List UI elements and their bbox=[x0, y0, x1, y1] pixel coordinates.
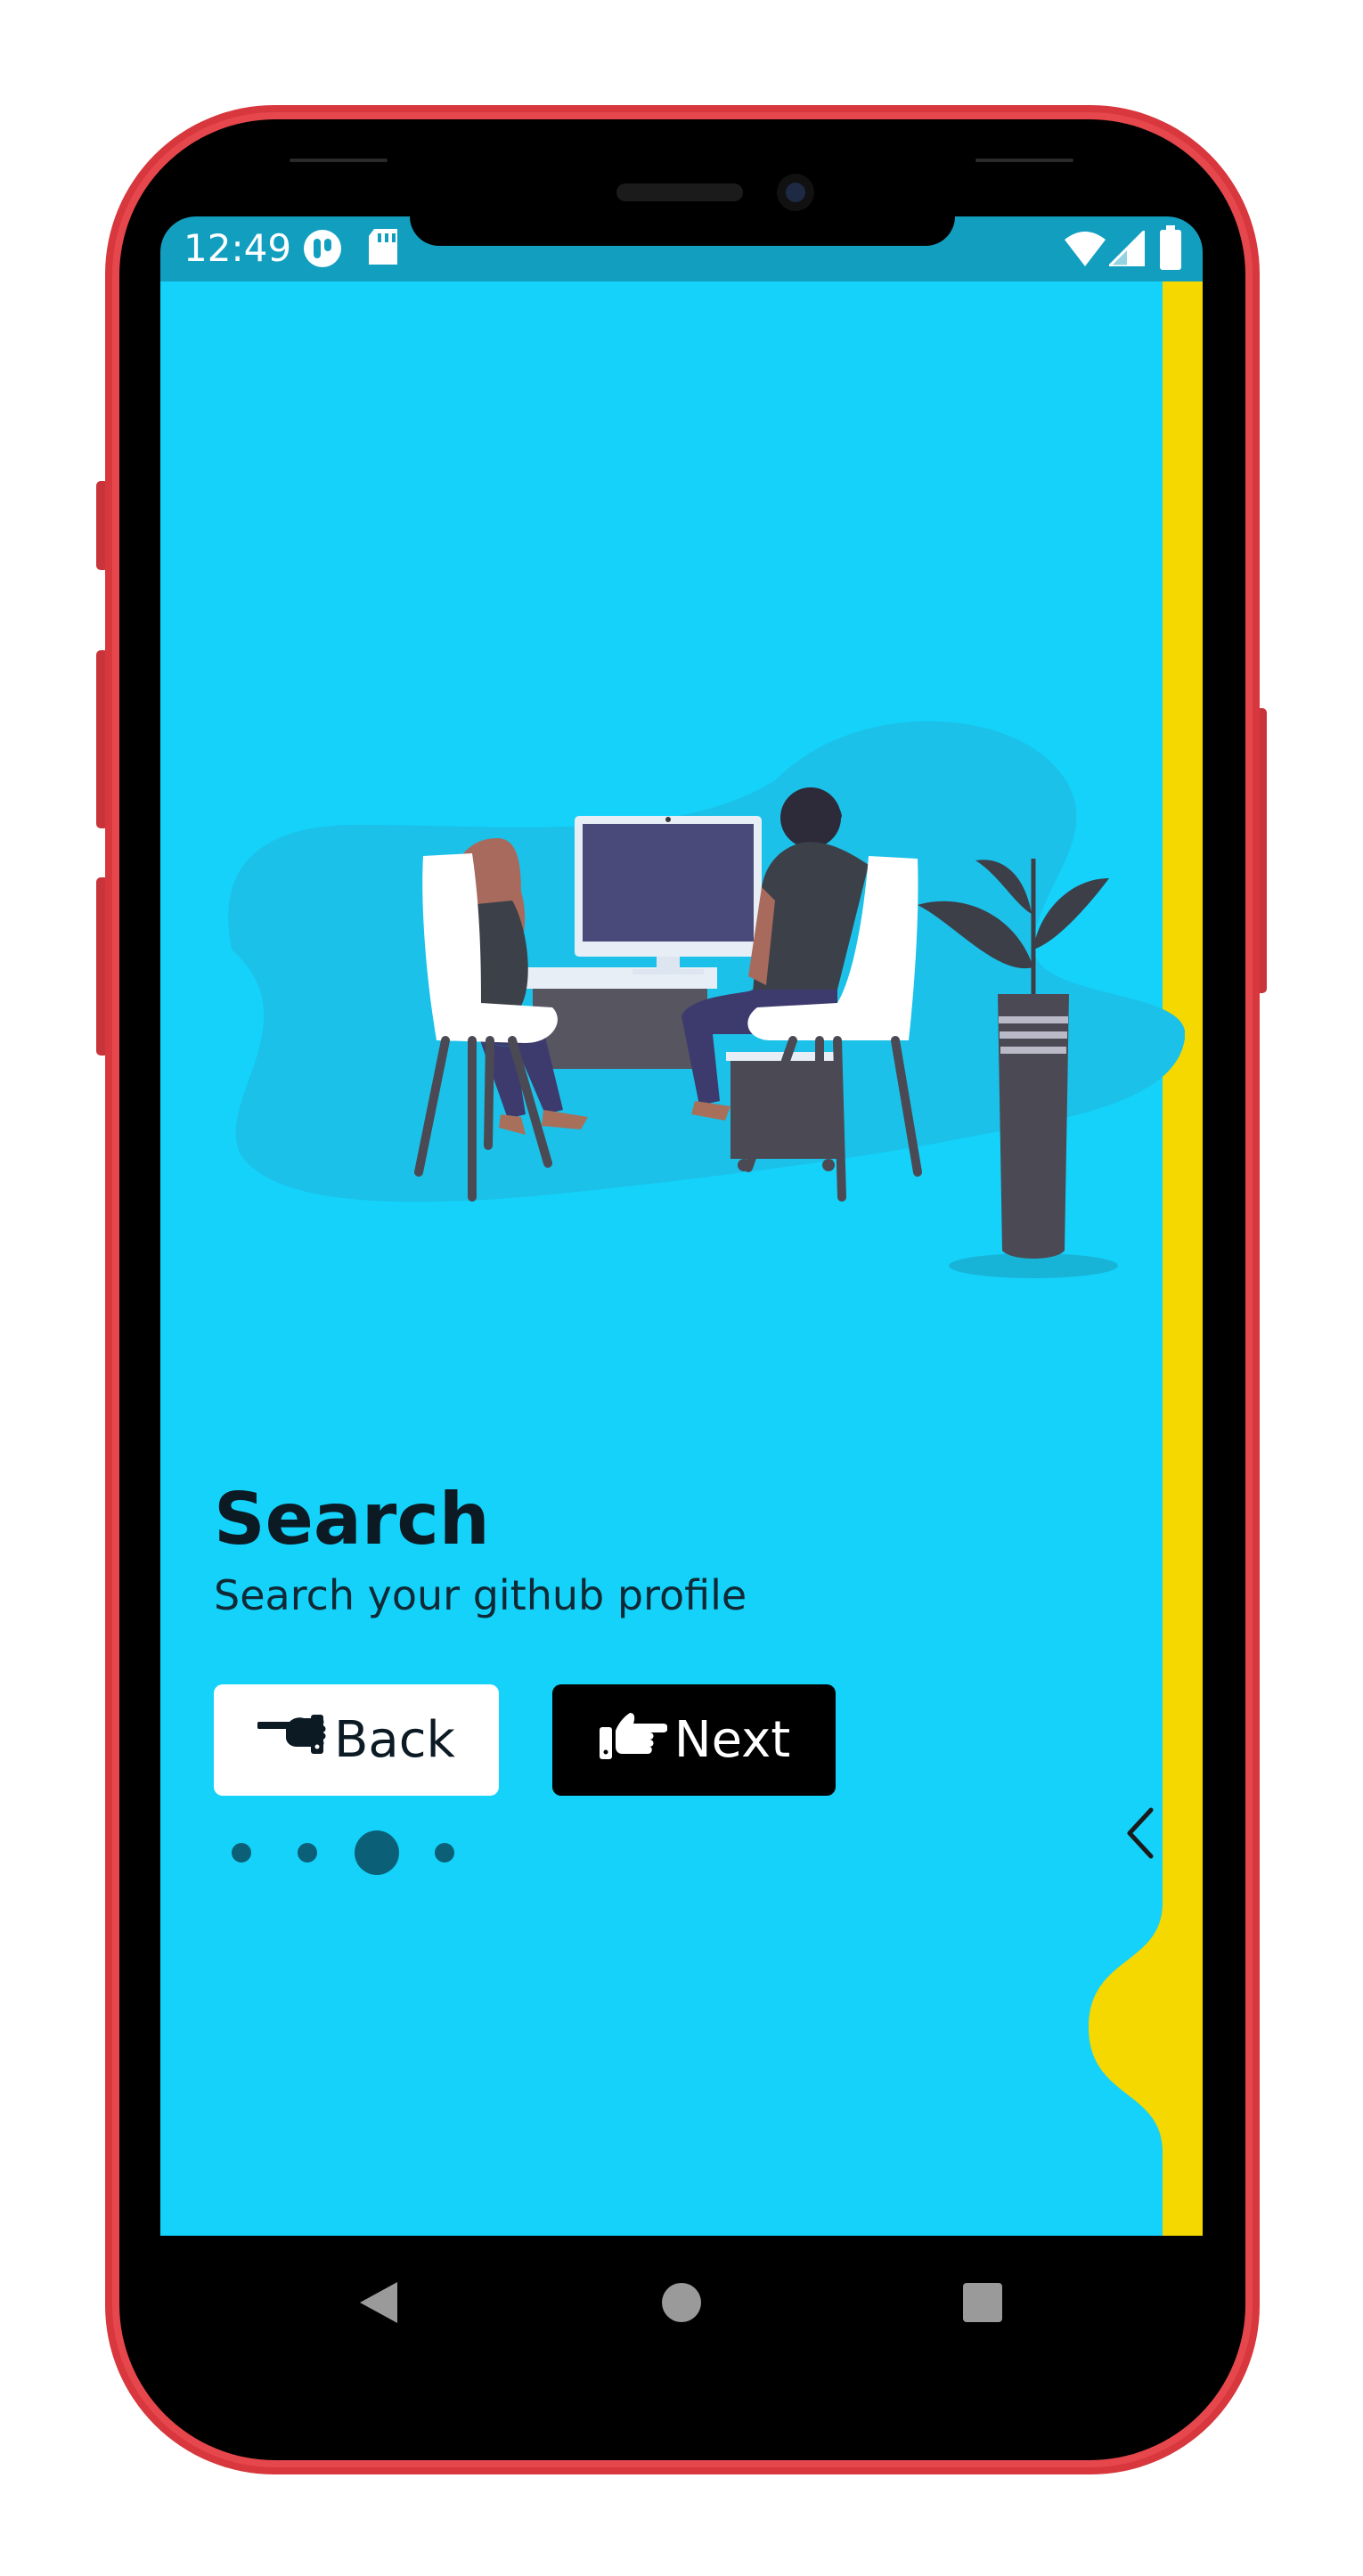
next-button-label: Next bbox=[673, 1711, 791, 1769]
page-dot-active[interactable] bbox=[355, 1830, 399, 1875]
battery-icon bbox=[1160, 225, 1181, 270]
onboarding-subtitle: Search your github profile bbox=[214, 1571, 747, 1619]
back-button-label: Back bbox=[334, 1711, 455, 1769]
page-dot[interactable] bbox=[435, 1843, 454, 1863]
wifi-icon bbox=[1065, 231, 1106, 266]
chevron-left-icon[interactable] bbox=[1122, 1806, 1158, 1860]
onboarding-illustration bbox=[228, 721, 1185, 1278]
liquid-swipe-bulge[interactable] bbox=[1087, 1707, 1203, 2236]
cell-signal-icon bbox=[1106, 227, 1147, 268]
back-button[interactable]: Back bbox=[214, 1684, 499, 1796]
app-notification-icon bbox=[303, 229, 342, 268]
next-button[interactable]: Next bbox=[552, 1684, 836, 1796]
home-circle-icon[interactable] bbox=[661, 2282, 702, 2323]
page-indicator bbox=[232, 1827, 454, 1880]
hand-pointing-right-icon bbox=[598, 1706, 668, 1775]
page-dot[interactable] bbox=[232, 1843, 251, 1863]
status-time: 12:49 bbox=[184, 226, 292, 270]
hand-pointing-left-icon bbox=[257, 1706, 327, 1775]
sd-card-icon bbox=[367, 227, 399, 266]
onboarding-screen[interactable]: Search Search your github profile Back N… bbox=[160, 281, 1203, 2236]
recents-square-icon[interactable] bbox=[962, 2282, 1003, 2323]
notch bbox=[410, 216, 955, 246]
page-dot[interactable] bbox=[298, 1843, 317, 1863]
navigation-bar bbox=[160, 2236, 1203, 2365]
back-triangle-icon[interactable] bbox=[358, 2280, 399, 2325]
onboarding-title: Search bbox=[214, 1478, 490, 1561]
